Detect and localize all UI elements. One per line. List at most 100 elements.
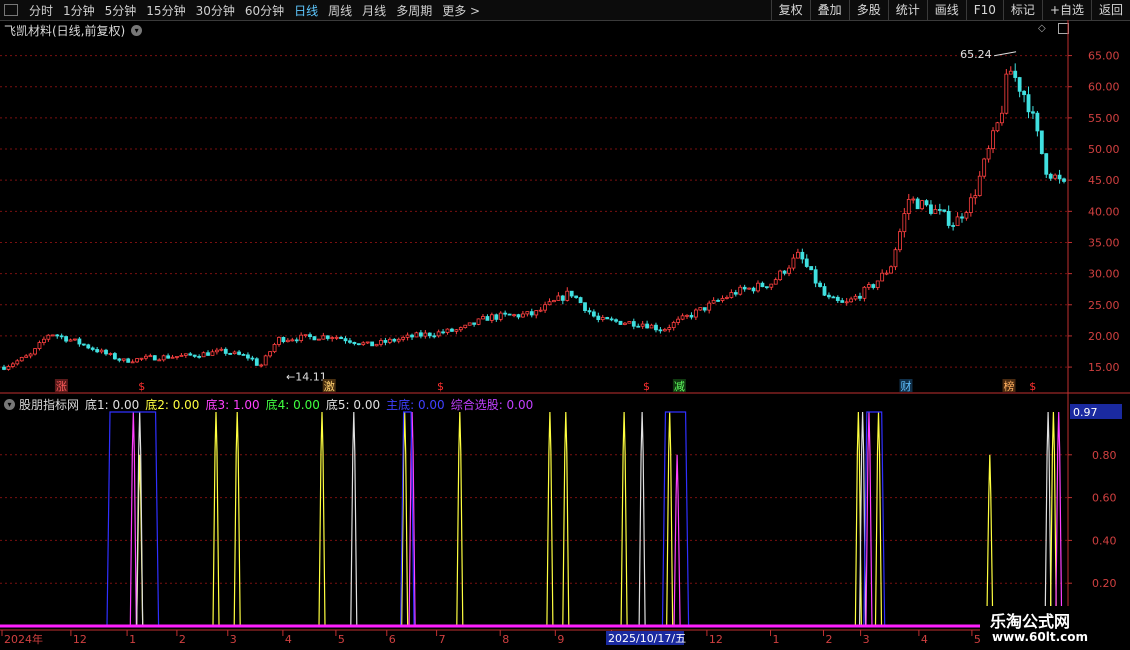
price-tick-label: 55.00 [1088,112,1120,125]
candle-body [778,270,783,281]
candle-body [906,199,911,214]
candle-body [654,324,658,331]
candle-body [419,332,423,337]
event-marker[interactable]: $ [1029,380,1036,393]
event-marker[interactable]: 减 [674,380,685,393]
event-marker[interactable]: 财 [901,379,912,393]
candle-body [552,300,556,303]
candle-body [977,175,982,196]
candle-body [1035,112,1040,132]
candle-body [764,286,769,289]
indicator-spike [546,411,554,627]
price-tick-label: 20.00 [1088,330,1120,343]
candle-body [818,282,822,287]
candle-body [875,280,880,288]
candle-body [246,354,250,359]
candle-body [835,296,840,301]
candle-body [569,290,574,297]
candle-body [693,309,698,318]
candle-body [667,327,672,330]
candle-body [192,354,197,357]
candle-body [316,338,321,341]
candle-body [454,329,459,332]
candle-body [254,358,259,366]
candle-body [1004,73,1009,114]
high-price-label: 65.24 [960,48,992,61]
event-marker[interactable]: $ [138,380,145,393]
candle-body [1017,77,1022,92]
candle-body [738,286,743,295]
candle-body [591,311,596,317]
candle-body [1039,130,1044,155]
candle-body [2,366,6,370]
indicator-spike [874,411,883,627]
candle-body [725,297,729,299]
event-marker[interactable]: 榜 [1004,379,1015,393]
indicator-spike [1055,411,1063,627]
candle-body [130,361,135,364]
indicator-spike [666,411,674,627]
candle-body [325,335,330,339]
candle-body [973,195,978,199]
candle-body [920,200,924,210]
candle-body [565,290,570,301]
candle-body [250,357,255,360]
indicator-spike [129,411,137,627]
candle-body [494,314,499,320]
candle-body [64,336,68,342]
candle-body [516,314,521,318]
candle-body [671,322,676,329]
candle-body [853,295,858,300]
candle-body [86,344,91,349]
candle-body [387,338,392,343]
candle-body [747,287,752,290]
candle-body [348,340,352,343]
candle-body [55,334,60,337]
kline-chart[interactable]: 65.00 60.00 55.00 50.00 45.00 40.00 35.00 30.00… [0,0,1130,650]
candle-body [108,353,113,355]
cursor-date-label: 2025/10/17/五 [608,632,686,645]
candle-body [228,353,233,355]
candle-body [698,307,703,311]
candle-body [144,355,148,359]
event-marker[interactable]: $ [643,380,650,393]
price-tick-label: 45.00 [1088,174,1120,187]
candle-body [334,336,339,339]
candle-body [982,158,987,177]
candle-body [1026,94,1031,113]
indicator-spike [986,454,994,627]
candle-body [889,266,893,274]
candle-body [183,353,188,356]
candle-body [968,197,973,213]
indicator-tick-label: 0.80 [1092,449,1117,462]
candle-body [915,198,920,210]
indicator-spike [562,411,570,627]
candle-body [707,302,712,311]
candle-body [929,204,933,214]
time-label: 12 [709,633,723,646]
candle-body [543,304,547,311]
time-label: 7 [439,633,446,646]
price-tick-label: 15.00 [1088,361,1120,374]
candle-body [1008,70,1013,75]
candle-body [423,332,428,337]
candle-body [370,341,375,347]
candle-body [410,334,414,338]
price-tick-label: 50.00 [1088,143,1120,156]
candle-body [458,327,463,331]
candle-body [773,279,778,285]
candle-body [614,319,618,322]
candle-body [556,295,561,301]
candle-body [95,349,100,353]
candle-body [951,225,956,227]
candle-body [866,284,871,288]
event-marker[interactable]: 激 [324,379,335,393]
candle-body [489,314,494,321]
time-label: 3 [863,633,870,646]
event-marker[interactable]: $ [437,380,444,393]
candle-body [1000,112,1004,124]
candle-body [396,338,401,342]
watermark-title: 乐淘公式网 [990,612,1071,631]
event-marker[interactable]: 涨 [56,380,67,393]
candle-body [268,351,273,357]
